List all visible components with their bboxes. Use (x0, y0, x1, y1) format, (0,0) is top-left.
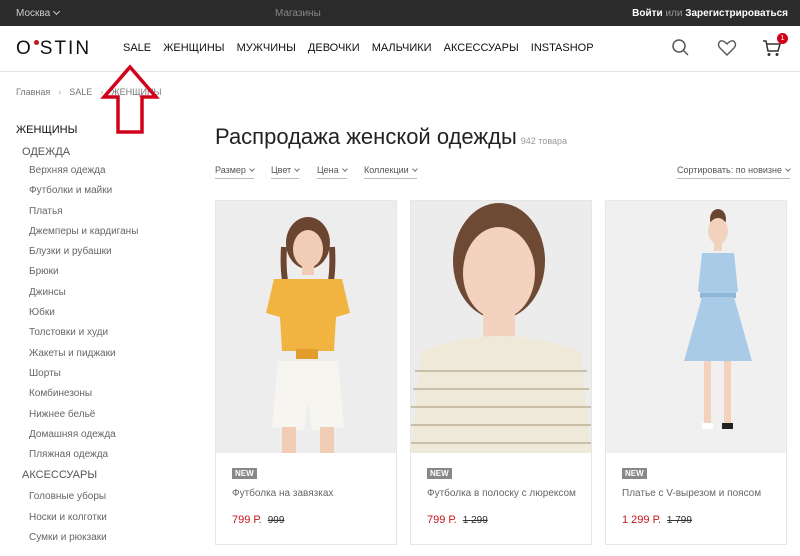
sidebar-item[interactable]: Толстовки и худи (29, 326, 196, 346)
product-name[interactable]: Футболка в полоску с люрексом (427, 487, 577, 517)
product-card[interactable]: NEW Футболка на завязках 799 Р. 999 (215, 200, 397, 545)
sidebar-subcategory-clothing[interactable]: ОДЕЖДА (22, 146, 196, 164)
city-label: Москва (16, 8, 51, 19)
stores-link[interactable]: Магазины (275, 8, 321, 19)
filter-price[interactable]: Цена (317, 165, 348, 179)
page-title: Распродажа женской одежды 942 товара (215, 124, 567, 150)
sidebar-item[interactable]: Шорты (29, 367, 196, 387)
product-info: NEW Футболка в полоску с люрексом (427, 463, 577, 517)
sidebar-item[interactable]: Юбки (29, 306, 196, 326)
filter-collections[interactable]: Коллекции (364, 165, 418, 179)
product-card[interactable]: NEW Платье с V-вырезом и поясом 1 299 Р.… (605, 200, 787, 545)
sidebar-item[interactable]: Верхняя одежда (29, 164, 196, 184)
filter-label: Размер (215, 165, 246, 175)
sidebar-item[interactable]: Сумки и рюкзаки (29, 531, 196, 551)
nav-boys[interactable]: МАЛЬЧИКИ (372, 42, 432, 54)
chevron-down-icon (785, 166, 791, 172)
product-prices: 1 299 Р. 1 799 (622, 514, 692, 526)
sort-label: Сортировать: по новизне (676, 165, 782, 175)
sidebar-item[interactable]: Джемперы и кардиганы (29, 225, 196, 245)
sidebar-item[interactable]: Блузки и рубашки (29, 245, 196, 265)
category-sidebar: ЖЕНЩИНЫ ОДЕЖДА Верхняя одежда Футболки и… (16, 124, 196, 551)
chevron-down-icon (249, 166, 255, 172)
filter-size[interactable]: Размер (215, 165, 255, 179)
filter-label: Цена (317, 165, 339, 175)
chevron-down-icon (411, 166, 418, 172)
breadcrumb-home[interactable]: Главная (16, 87, 50, 97)
chevron-down-icon (53, 7, 61, 16)
breadcrumb-separator: › (58, 87, 62, 97)
sidebar-item[interactable]: Футболки и майки (29, 184, 196, 204)
product-price: 799 Р. (427, 514, 457, 526)
product-old-price: 1 799 (666, 515, 692, 526)
filter-color[interactable]: Цвет (271, 165, 301, 179)
sidebar-item[interactable]: Домашняя одежда (29, 428, 196, 448)
cart-count-badge: 1 (777, 33, 788, 44)
product-count: 942 товара (520, 136, 568, 146)
logo-dot (33, 40, 39, 45)
product-image[interactable] (606, 201, 786, 453)
product-name[interactable]: Платье с V-вырезом и поясом (622, 487, 772, 517)
filter-bar: Размер Цвет Цена Коллекции Сортировать: … (215, 165, 791, 183)
chevron-down-icon (294, 166, 301, 172)
filter-label: Коллекции (364, 165, 409, 175)
breadcrumb-sale[interactable]: SALE (69, 87, 92, 97)
new-badge: NEW (427, 468, 452, 479)
cart-icon[interactable]: 1 (762, 33, 788, 60)
product-old-price: 1 299 (462, 515, 488, 526)
product-name[interactable]: Футболка на завязках (232, 487, 382, 517)
login-link[interactable]: Войти (632, 8, 663, 19)
nav-sale[interactable]: SALE (123, 42, 151, 54)
sidebar-item[interactable]: Жакеты и пиджаки (29, 347, 196, 367)
product-info: NEW Платье с V-вырезом и поясом (622, 463, 772, 517)
nav-women[interactable]: ЖЕНЩИНЫ (163, 42, 224, 54)
product-info: NEW Футболка на завязках (232, 463, 382, 517)
product-image[interactable] (411, 201, 591, 453)
chevron-down-icon (341, 166, 348, 172)
nav-men[interactable]: МУЖЧИНЫ (237, 42, 296, 54)
product-prices: 799 Р. 999 (232, 514, 284, 526)
sidebar-item[interactable]: Носки и колготки (29, 511, 196, 531)
new-badge: NEW (622, 468, 647, 479)
main-nav: SALE ЖЕНЩИНЫ МУЖЧИНЫ ДЕВОЧКИ МАЛЬЧИКИ АК… (123, 42, 603, 54)
nav-accessories[interactable]: АКСЕССУАРЫ (444, 42, 519, 54)
annotation-arrow-icon (100, 64, 160, 134)
sort-dropdown[interactable]: Сортировать: по новизне (676, 165, 791, 179)
sidebar-item[interactable]: Джинсы (29, 286, 196, 306)
search-icon[interactable] (671, 38, 693, 60)
city-selector[interactable]: Москва (16, 7, 61, 19)
sidebar-item[interactable]: Комбинезоны (29, 387, 196, 407)
product-old-price: 999 (267, 515, 285, 526)
product-prices: 799 Р. 1 299 (427, 514, 488, 526)
auth-links: Войти или Зарегистрироваться (632, 8, 788, 19)
sidebar-item[interactable]: Головные уборы (29, 490, 196, 510)
product-image[interactable] (216, 201, 396, 453)
new-badge: NEW (232, 468, 257, 479)
filter-label: Цвет (271, 165, 292, 175)
register-link[interactable]: Зарегистрироваться (685, 8, 788, 19)
product-price: 799 Р. (232, 514, 262, 526)
or-text: или (665, 8, 683, 19)
logo[interactable]: O STIN (16, 38, 91, 60)
sidebar-subcategory-accessories[interactable]: АКСЕССУАРЫ (22, 468, 196, 490)
sidebar-item[interactable]: Пляжная одежда (29, 448, 196, 468)
product-price: 1 299 Р. (622, 514, 661, 526)
nav-girls[interactable]: ДЕВОЧКИ (308, 42, 360, 54)
sidebar-item[interactable]: Платья (29, 205, 196, 225)
heart-icon[interactable] (717, 38, 739, 60)
page-title-text: Распродажа женской одежды (215, 124, 517, 149)
product-card[interactable]: NEW Футболка в полоску с люрексом 799 Р.… (410, 200, 592, 545)
top-bar: Москва Магазины Войти или Зарегистрирова… (0, 0, 800, 26)
nav-instashop[interactable]: INSTASHOP (531, 42, 594, 54)
sidebar-item[interactable]: Брюки (29, 265, 196, 285)
sidebar-item[interactable]: Нижнее бельё (29, 408, 196, 428)
